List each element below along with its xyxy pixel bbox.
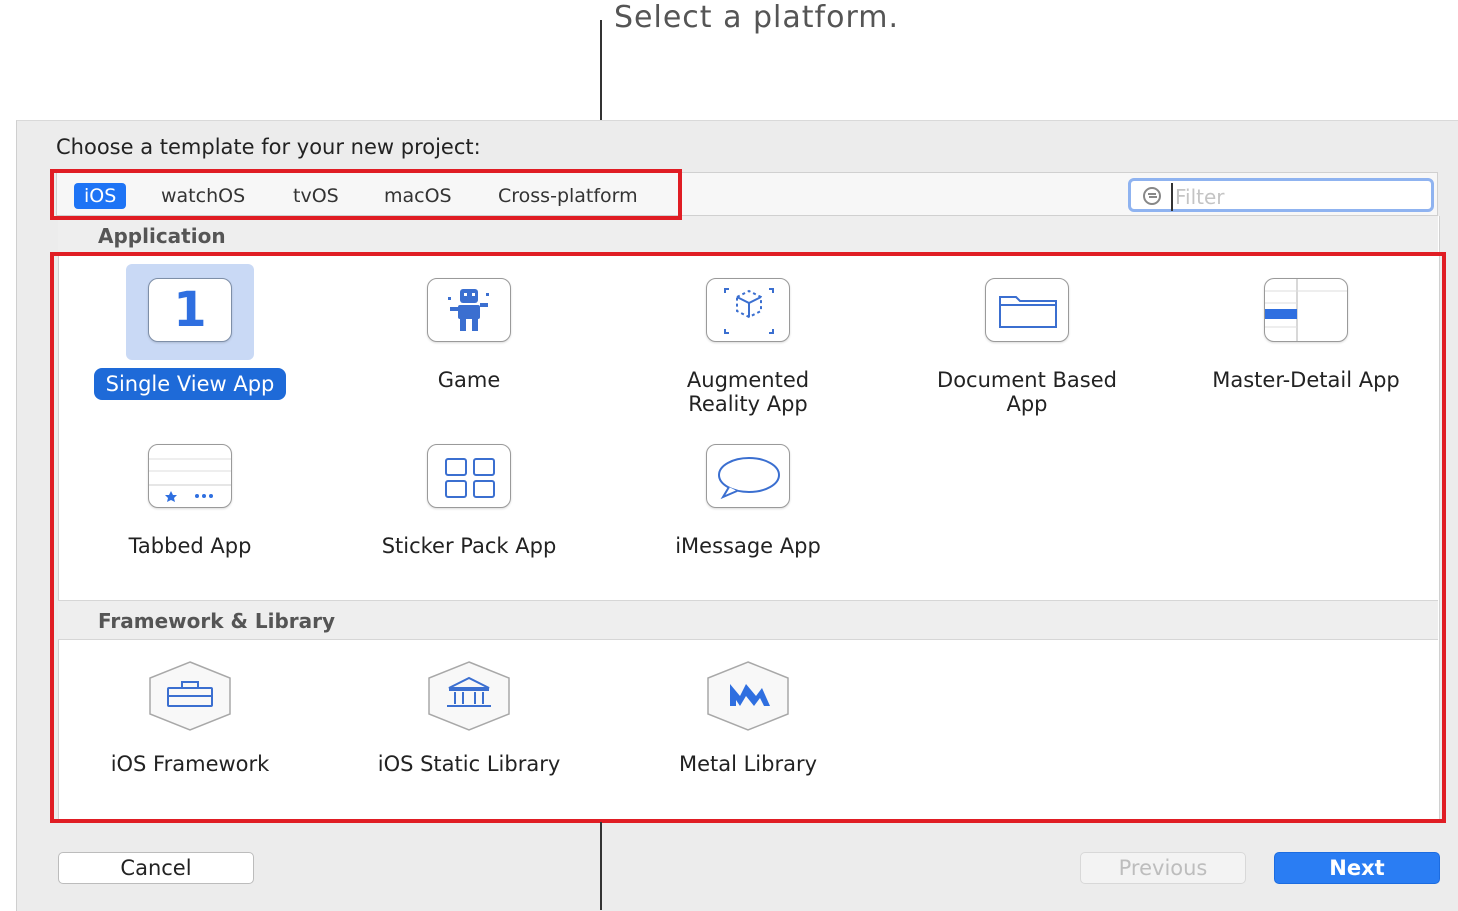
speech-bubble-icon	[706, 444, 790, 508]
template-game[interactable]: Game	[349, 264, 589, 392]
template-imessage-app[interactable]: iMessage App	[628, 430, 868, 558]
template-ios-static-library[interactable]: iOS Static Library	[349, 660, 589, 776]
section-header-framework-library: Framework & Library	[58, 600, 1438, 640]
template-label: Single View App	[93, 368, 287, 400]
tab-tvos[interactable]: tvOS	[283, 183, 349, 209]
tab-watchos[interactable]: watchOS	[151, 183, 255, 209]
template-document-based-app[interactable]: Document Based App	[907, 264, 1147, 416]
template-label: iOS Static Library	[377, 752, 561, 776]
template-label: Document Based App	[937, 368, 1117, 416]
filter-icon	[1143, 187, 1161, 205]
tab-cross-platform[interactable]: Cross-platform	[488, 183, 648, 209]
tab-ios[interactable]: iOS	[74, 183, 127, 209]
template-metal-library[interactable]: Metal Library	[628, 660, 868, 776]
template-sticker-pack-app[interactable]: Sticker Pack App	[349, 430, 589, 558]
filter-field[interactable]	[1128, 178, 1434, 212]
document-folder-icon	[985, 278, 1069, 342]
template-label: iMessage App	[675, 534, 821, 558]
template-ios-framework[interactable]: iOS Framework	[70, 660, 310, 776]
cancel-button[interactable]: Cancel	[58, 852, 254, 884]
section-header-application: Application	[58, 216, 1438, 256]
tab-macos[interactable]: macOS	[374, 183, 462, 209]
game-icon	[427, 278, 511, 342]
toolbox-icon	[149, 661, 231, 731]
template-label: Metal Library	[678, 752, 818, 776]
template-label: Master-Detail App	[1212, 368, 1400, 392]
template-label: Sticker Pack App	[381, 534, 557, 558]
sticker-grid-icon	[427, 444, 511, 508]
augmented-reality-icon	[706, 278, 790, 342]
callout-select-platform: Select a platform.	[614, 0, 900, 35]
filter-input[interactable]	[1171, 183, 1427, 211]
next-button[interactable]: Next	[1274, 852, 1440, 884]
callout-line-bottom	[600, 822, 602, 910]
metal-icon	[707, 661, 789, 731]
dialog-heading: Choose a template for your new project:	[56, 135, 481, 159]
template-label: Tabbed App	[128, 534, 252, 558]
template-label: iOS Framework	[110, 752, 270, 776]
single-view-icon: 1	[148, 278, 232, 342]
master-detail-icon	[1264, 278, 1348, 342]
single-view-glyph: 1	[173, 282, 207, 338]
library-building-icon	[428, 661, 510, 731]
template-single-view-app[interactable]: 1 Single View App	[70, 264, 310, 400]
template-label: Augmented Reality App	[686, 368, 810, 416]
template-master-detail-app[interactable]: Master-Detail App	[1186, 264, 1426, 392]
template-augmented-reality-app[interactable]: Augmented Reality App	[628, 264, 868, 416]
previous-button[interactable]: Previous	[1080, 852, 1246, 884]
template-tabbed-app[interactable]: Tabbed App	[70, 430, 310, 558]
template-label: Game	[437, 368, 501, 392]
tabbed-app-icon	[148, 444, 232, 508]
